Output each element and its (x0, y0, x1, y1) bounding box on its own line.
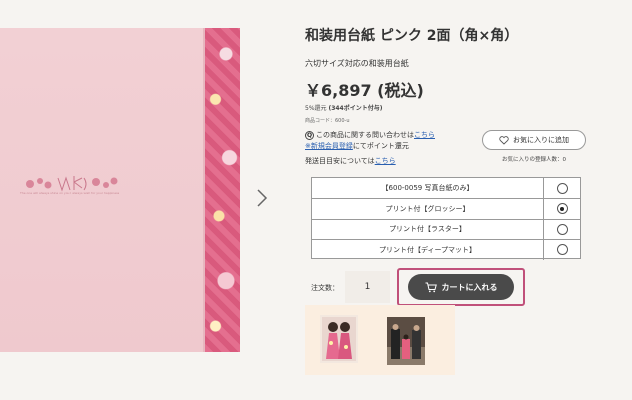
thumbnail-kimono-children[interactable] (320, 315, 358, 363)
product-title: 和装用台紙 ピンク 2面（角×角） (305, 28, 519, 44)
radio-button[interactable] (556, 244, 568, 256)
option-label: プリント付【ディープマット】 (312, 240, 544, 260)
inquiry-link[interactable]: こちら (414, 131, 435, 139)
next-image-arrow-icon[interactable] (255, 188, 269, 208)
register-link[interactable]: ※新規会員登録 (305, 142, 353, 150)
inquiry-info: Q この商品に関する問い合わせはこちら ※新規会員登録にてポイント還元 (305, 130, 435, 152)
shipping-text: 発送目目安については (305, 157, 375, 165)
cart-icon (425, 282, 437, 292)
register-text: にてポイント還元 (352, 142, 409, 150)
favorite-count: お気に入りの登録人数：0 (501, 157, 566, 163)
product-subtitle: 六切サイズ対応の和装用台紙 (305, 59, 409, 68)
question-icon: Q (305, 130, 314, 140)
favorite-label: お気に入りに追加 (513, 136, 569, 144)
option-row[interactable]: 【600-0059 写真台紙のみ】 (312, 178, 580, 199)
points-rate: 5%還元 (305, 105, 327, 112)
mount-floral-border (205, 28, 240, 352)
product-code: 商品コード：600-u (305, 118, 350, 124)
print-options-table: 【600-0059 写真台紙のみ】 プリント付【グロッシー】 プリント付【ラスタ… (311, 177, 581, 260)
add-to-cart-button[interactable]: カートに入れる (408, 274, 514, 300)
product-price: ￥6,897 (税込) (305, 81, 424, 100)
shipping-info: 発送目目安についてはこちら (305, 156, 396, 166)
crest-caption: The one will always shine on you I alway… (20, 191, 120, 195)
option-radio-cell[interactable] (544, 199, 580, 219)
points-value: (344ポイント付与) (328, 105, 383, 112)
quantity-input[interactable] (345, 271, 390, 303)
option-radio-cell[interactable] (544, 178, 580, 199)
heart-icon (499, 135, 509, 145)
option-label: プリント付【グロッシー】 (312, 199, 544, 219)
option-row[interactable]: プリント付【グロッシー】 (312, 198, 580, 219)
option-radio-cell[interactable] (544, 240, 580, 260)
add-to-favorites-button[interactable]: お気に入りに追加 (482, 130, 586, 150)
radio-button[interactable] (556, 223, 568, 235)
inquiry-text: この商品に関する問い合わせは (316, 131, 414, 139)
product-main-image: The one will always shine on you I alway… (0, 28, 240, 352)
option-radio-cell[interactable] (544, 220, 580, 240)
radio-button[interactable] (556, 182, 568, 194)
cart-label: カートに入れる (441, 282, 498, 292)
quantity-label: 注文数： (311, 284, 339, 292)
points-info: 5%還元 (344ポイント付与) (305, 103, 382, 112)
thumbnail-family-photo[interactable] (387, 317, 425, 365)
sample-photos (305, 305, 455, 375)
option-label: 【600-0059 写真台紙のみ】 (312, 178, 544, 199)
radio-button[interactable] (556, 203, 568, 215)
option-label: プリント付【ラスター】 (312, 219, 544, 239)
option-row[interactable]: プリント付【ラスター】 (312, 218, 580, 240)
shipping-link[interactable]: こちら (375, 157, 396, 165)
option-row[interactable]: プリント付【ディープマット】 (312, 239, 580, 260)
